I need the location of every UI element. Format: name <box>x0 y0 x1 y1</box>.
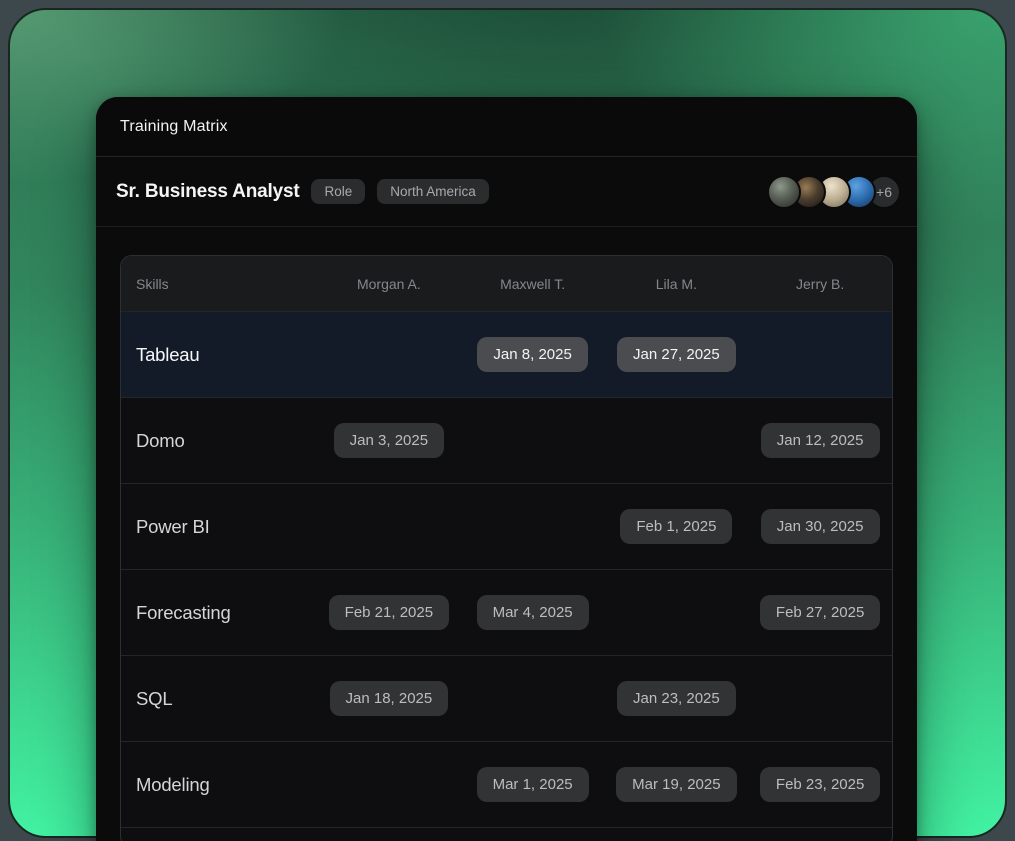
table-row[interactable]: Tableau Jan 8, 2025 Jan 27, 2025 <box>121 311 892 397</box>
table-header-row: Skills Morgan A. Maxwell T. Lila M. Jerr… <box>121 256 892 311</box>
skill-label: Power BI <box>121 516 317 538</box>
avatar[interactable] <box>767 175 801 209</box>
matrix-cell: Jan 8, 2025 <box>461 337 605 372</box>
matrix-cell: Mar 19, 2025 <box>605 767 749 802</box>
training-date-pill[interactable]: Jan 30, 2025 <box>761 509 880 544</box>
table-row[interactable]: Power BI Feb 1, 2025 Jan 30, 2025 <box>121 483 892 569</box>
column-header-morgan: Morgan A. <box>317 276 461 292</box>
matrix-cell: Jan 23, 2025 <box>605 681 749 716</box>
table-row[interactable]: Domo Jan 3, 2025 Jan 12, 2025 <box>121 397 892 483</box>
training-date-pill[interactable]: Feb 27, 2025 <box>760 595 880 630</box>
role-tag[interactable]: Role <box>311 179 365 205</box>
training-date-pill[interactable]: Mar 4, 2025 <box>477 595 589 630</box>
table-row-partial <box>121 827 892 841</box>
skills-matrix-table: Skills Morgan A. Maxwell T. Lila M. Jerr… <box>120 255 893 841</box>
matrix-cell: Jan 3, 2025 <box>317 423 461 458</box>
column-header-lila: Lila M. <box>605 276 749 292</box>
matrix-cell: Mar 1, 2025 <box>461 767 605 802</box>
table-body: Tableau Jan 8, 2025 Jan 27, 2025 Domo Ja… <box>121 311 892 827</box>
window-titlebar: Training Matrix <box>96 97 917 157</box>
skill-label: SQL <box>121 688 317 710</box>
column-header-jerry: Jerry B. <box>748 276 892 292</box>
matrix-cell: Mar 4, 2025 <box>461 595 605 630</box>
training-date-pill[interactable]: Feb 23, 2025 <box>760 767 880 802</box>
column-header-skills: Skills <box>121 276 317 292</box>
role-title: Sr. Business Analyst <box>116 181 299 203</box>
training-date-pill[interactable]: Jan 3, 2025 <box>334 423 444 458</box>
matrix-cell: Jan 30, 2025 <box>748 509 892 544</box>
table-row[interactable]: SQL Jan 18, 2025 Jan 23, 2025 <box>121 655 892 741</box>
matrix-cell: Feb 21, 2025 <box>317 595 461 630</box>
matrix-cell: Feb 23, 2025 <box>748 767 892 802</box>
screen: Training Matrix Sr. Business Analyst Rol… <box>0 0 1015 841</box>
table-wrap: Skills Morgan A. Maxwell T. Lila M. Jerr… <box>96 227 917 841</box>
training-date-pill[interactable]: Jan 18, 2025 <box>330 681 449 716</box>
subheader: Sr. Business Analyst Role North America … <box>96 157 917 227</box>
skill-label: Forecasting <box>121 602 317 624</box>
matrix-cell: Jan 27, 2025 <box>605 337 749 372</box>
training-date-pill[interactable]: Jan 27, 2025 <box>617 337 736 372</box>
window-title: Training Matrix <box>120 118 228 136</box>
training-date-pill[interactable]: Mar 19, 2025 <box>616 767 736 802</box>
skill-label: Tableau <box>121 344 317 366</box>
training-date-pill[interactable]: Feb 21, 2025 <box>329 595 449 630</box>
matrix-cell: Feb 1, 2025 <box>605 509 749 544</box>
matrix-cell: Jan 18, 2025 <box>317 681 461 716</box>
training-date-pill[interactable]: Mar 1, 2025 <box>477 767 589 802</box>
matrix-cell: Feb 27, 2025 <box>748 595 892 630</box>
matrix-cell: Jan 12, 2025 <box>748 423 892 458</box>
training-date-pill[interactable]: Feb 1, 2025 <box>620 509 732 544</box>
column-header-maxwell: Maxwell T. <box>461 276 605 292</box>
region-tag[interactable]: North America <box>377 179 489 205</box>
table-row[interactable]: Modeling Mar 1, 2025 Mar 19, 2025 Feb 23… <box>121 741 892 827</box>
training-date-pill[interactable]: Jan 8, 2025 <box>477 337 587 372</box>
avatar-stack: +6 <box>767 175 901 209</box>
skill-label: Domo <box>121 430 317 452</box>
table-row[interactable]: Forecasting Feb 21, 2025 Mar 4, 2025 Feb… <box>121 569 892 655</box>
skill-label: Modeling <box>121 774 317 796</box>
training-date-pill[interactable]: Jan 12, 2025 <box>761 423 880 458</box>
training-date-pill[interactable]: Jan 23, 2025 <box>617 681 736 716</box>
training-matrix-window: Training Matrix Sr. Business Analyst Rol… <box>96 97 917 841</box>
